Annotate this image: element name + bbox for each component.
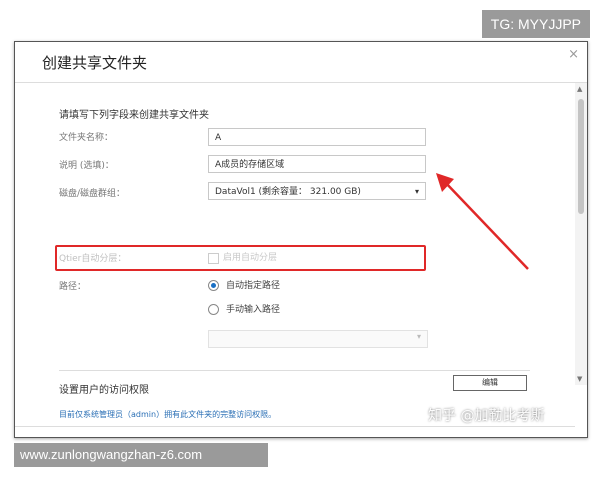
red-arrow-icon [436,173,529,270]
disk-label: 磁盘/磁盘群组： [59,189,126,199]
radio-manual-path[interactable] [208,304,219,315]
url-watermark-badge: www.zunlongwangzhan-z6.com [14,443,268,467]
section-divider [59,370,530,371]
disk-select[interactable]: DataVol1 (剩余容量： 321.00 GB) ▾ [208,182,426,200]
scroll-down-icon[interactable]: ▼ [577,375,582,383]
permissions-info-text: 目前仅系统管理员（admin）拥有此文件夹的完整访问权限。 [59,410,277,419]
footer-divider [15,426,575,427]
radio-manual-path-label: 手动输入路径 [226,305,281,315]
scroll-up-icon[interactable]: ▲ [577,85,582,93]
scrollbar[interactable]: ▲ ▼ [575,83,587,385]
disk-select-value: DataVol1 (剩余容量： 321.00 GB) [215,187,361,197]
radio-auto-path[interactable] [208,280,219,291]
edit-permissions-button[interactable]: 编辑 [453,375,527,391]
tg-watermark-badge: TG: MYYJJPP [481,10,590,38]
path-label: 路径： [59,282,87,292]
description-input[interactable]: A成员的存储区域 [208,155,426,173]
section-title: 请填写下列字段来创建共享文件夹 [59,110,209,121]
scrollbar-thumb[interactable] [578,99,584,214]
folder-name-input[interactable]: A [208,128,426,146]
dialog-title: 创建共享文件夹 [42,54,148,72]
path-select-disabled: ▾ [208,330,428,348]
permissions-title: 设置用户的访问权限 [59,385,149,396]
radio-auto-path-label: 自动指定路径 [226,281,281,291]
folder-name-label: 文件夹名称： [59,133,114,143]
chevron-down-icon: ▾ [414,187,419,196]
highlight-box [55,245,426,271]
chevron-down-icon: ▾ [416,332,421,341]
description-label: 说明 (选填)： [59,161,114,171]
zhihu-watermark: 知乎 @加勒比考斯 [428,408,545,424]
close-icon[interactable]: × [568,47,579,62]
